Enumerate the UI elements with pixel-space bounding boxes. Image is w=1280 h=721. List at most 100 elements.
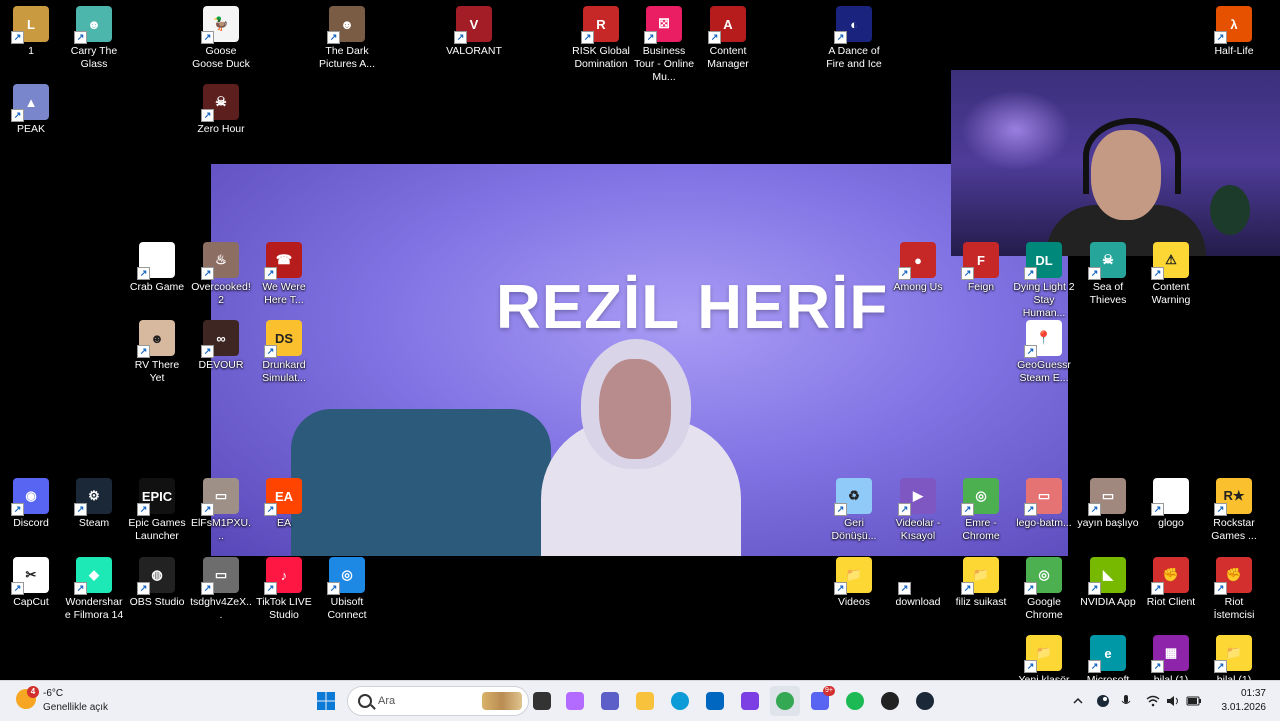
desktop-icon[interactable]: ⚠ ↗ Content Warning [1140, 242, 1202, 307]
weather-widget[interactable]: 4 -6°C Genellikle açık [14, 686, 144, 716]
clipchamp-icon [741, 692, 759, 710]
desktop-icon[interactable]: ◎ ↗ Google Chrome [1013, 557, 1075, 622]
shortcut-arrow-icon: ↗ [1151, 503, 1164, 516]
desktop-icon[interactable]: ☻ ↗ The Dark Pictures A... [316, 6, 378, 71]
webcam-light [961, 90, 1071, 170]
desktop-icon[interactable]: λ ↗ Half-Life [1203, 6, 1265, 58]
shortcut-arrow-icon: ↗ [264, 503, 277, 516]
desktop-icon[interactable]: DS ↗ Drunkard Simulat... [253, 320, 315, 385]
desktop-icon-label: Geri Dönüşü... [831, 517, 877, 542]
desktop-icon[interactable]: ▲ ↗ PEAK [0, 84, 62, 136]
app-icon: ▶ ↗ [898, 478, 936, 516]
taskbar-app-task-view[interactable] [527, 686, 557, 716]
desktop-icon[interactable]: ✂ ↗ CapCut [0, 557, 62, 609]
clock[interactable]: 01:37 3.01.2026 [1222, 687, 1267, 715]
desktop-icon[interactable]: 📍 ↗ GeoGuessr Steam E... [1013, 320, 1075, 385]
taskbar-app-chrome[interactable] [770, 686, 800, 716]
taskbar-app-clipchamp[interactable] [735, 686, 765, 716]
desktop-icon[interactable]: ♪ ↗ TikTok LIVE Studio [253, 557, 315, 622]
desktop-icon[interactable]: ⚄ ↗ Business Tour - Online Mu... [633, 6, 695, 84]
steam-tray-icon[interactable] [1096, 694, 1110, 708]
shortcut-arrow-icon: ↗ [74, 31, 87, 44]
desktop-icon[interactable]: ◎ ↗ Ubisoft Connect [316, 557, 378, 622]
chevron-up-icon[interactable] [1072, 695, 1084, 707]
desktop-icon[interactable]: ▶ ↗ Videolar - Kısayol [887, 478, 949, 543]
desktop-icon[interactable]: ☠ ↗ Zero Hour [190, 84, 252, 136]
wifi-icon[interactable] [1146, 695, 1160, 707]
desktop-icon[interactable]: ☻ ↗ Carry The Glass [63, 6, 125, 71]
volume-icon[interactable] [1166, 695, 1180, 707]
desktop-icon-label: Dying Light 2 Stay Human... [1013, 281, 1075, 319]
desktop-icon[interactable]: ◎ ↗ Emre - Chrome [950, 478, 1012, 543]
desktop-icon[interactable]: V ↗ VALORANT [443, 6, 505, 58]
desktop-icon[interactable]: 📁 ↗ Yeni klasör [1013, 635, 1075, 680]
taskbar-app-teams[interactable] [595, 686, 625, 716]
desktop-icon[interactable]: 🦆 ↗ Goose Goose Duck [190, 6, 252, 71]
desktop-icon[interactable]: EPIC ↗ Epic Games Launcher [126, 478, 188, 543]
desktop-icon[interactable]: ◐ ↗ A Dance of Fire and Ice [823, 6, 885, 71]
taskbar-search[interactable]: Ara [347, 686, 529, 716]
desktop-icon[interactable]: 📁 ↗ Videos [823, 557, 885, 609]
taskbar-app-discord[interactable]: 9+ [805, 686, 835, 716]
desktop-icon[interactable]: R★ ↗ Rockstar Games ... [1203, 478, 1265, 543]
desktop-icon[interactable]: ∞ ↗ DEVOUR [190, 320, 252, 372]
desktop-icon[interactable]: EA ↗ EA [253, 478, 315, 530]
taskbar-app-file-explorer[interactable] [630, 686, 660, 716]
desktop-icon-label: Overcooked! 2 [191, 281, 251, 306]
shortcut-arrow-icon: ↗ [11, 503, 24, 516]
taskbar-app-spotify[interactable] [840, 686, 870, 716]
desktop-icon[interactable]: ◆ ↗ Wondershare Filmora 14 [63, 557, 125, 622]
shortcut-arrow-icon: ↗ [201, 109, 214, 122]
shortcut-arrow-icon: ↗ [327, 582, 340, 595]
desktop-icon[interactable]: 📁 ↗ filiz suikast [950, 557, 1012, 609]
shortcut-arrow-icon: ↗ [327, 31, 340, 44]
taskbar-app-edge[interactable] [665, 686, 695, 716]
desktop-icon-label: OBS Studio [129, 596, 185, 608]
taskbar-app-copilot[interactable] [560, 686, 590, 716]
desktop-icon[interactable]: ▭ ↗ ElFsM1PXU... [190, 478, 252, 543]
desktop-icon[interactable]: ↗ download [887, 557, 949, 609]
desktop-icon-label: Content Manager [707, 45, 749, 70]
app-icon: ♻ ↗ [834, 478, 872, 516]
desktop-icon[interactable]: ✊ ↗ Riot Client [1140, 557, 1202, 609]
desktop-icon[interactable]: ♨ ↗ Overcooked! 2 [190, 242, 252, 307]
desktop-icon[interactable]: ☎ ↗ We Were Here T... [253, 242, 315, 307]
desktop-icon[interactable]: R ↗ RISK Global Domination [570, 6, 632, 71]
desktop-icon[interactable]: 📁 ↗ bilal (1) [1203, 635, 1265, 680]
desktop-icon[interactable]: ▭ ↗ yayın başlıyo [1077, 478, 1139, 530]
desktop-icon[interactable]: ▦ ↗ bilal (1) [1140, 635, 1202, 680]
desktop-icon[interactable]: DL ↗ Dying Light 2 Stay Human... [1013, 242, 1075, 320]
desktop-icon[interactable]: ● ↗ Among Us [887, 242, 949, 294]
app-icon: ▭ ↗ [201, 478, 239, 516]
start-button[interactable] [311, 686, 341, 716]
desktop-icon[interactable]: F ↗ Feign [950, 242, 1012, 294]
microphone-icon[interactable] [1120, 694, 1132, 708]
desktop-icon[interactable]: L ↗ 1 [0, 6, 62, 58]
desktop-icon-label: Business Tour - Online Mu... [633, 45, 695, 83]
battery-icon[interactable] [1186, 695, 1202, 707]
desktop-icon[interactable]: ◍ ↗ OBS Studio [126, 557, 188, 609]
desktop-icon[interactable]: ♻ ↗ Geri Dönüşü... [823, 478, 885, 543]
desktop-icon-label: glogo [1158, 517, 1184, 529]
desktop-icon[interactable]: ↗ Crab Game [126, 242, 188, 294]
desktop-icon[interactable]: A ↗ Content Manager [697, 6, 759, 71]
desktop-icon[interactable]: ☻ ↗ RV There Yet [126, 320, 188, 385]
desktop-icon[interactable]: ☠ ↗ Sea of Thieves [1077, 242, 1139, 307]
desktop-icon[interactable]: ⚙ ↗ Steam [63, 478, 125, 530]
desktop-icon[interactable]: ▭ ↗ lego-batm... [1013, 478, 1075, 530]
app-icon: EA ↗ [264, 478, 302, 516]
shortcut-arrow-icon: ↗ [1214, 582, 1227, 595]
desktop-icon[interactable]: ▭ ↗ tsdghv4ZeX... [190, 557, 252, 622]
desktop-icon-label: We Were Here T... [262, 281, 306, 306]
desktop-icon[interactable]: ◣ ↗ NVIDIA App [1077, 557, 1139, 609]
taskbar-app-steam[interactable] [910, 686, 940, 716]
desktop-icon[interactable]: ↗ glogo [1140, 478, 1202, 530]
shortcut-arrow-icon: ↗ [898, 267, 911, 280]
desktop-icon[interactable]: e ↗ Microsoft [1077, 635, 1139, 680]
taskbar-app-store[interactable] [700, 686, 730, 716]
app-icon: ⚄ ↗ [644, 6, 682, 44]
desktop-icon[interactable]: ✊ ↗ Riot İstemcisi [1203, 557, 1265, 622]
app-icon: R★ ↗ [1214, 478, 1252, 516]
desktop-icon[interactable]: ◉ ↗ Discord [0, 478, 62, 530]
taskbar-app-obs[interactable] [875, 686, 905, 716]
